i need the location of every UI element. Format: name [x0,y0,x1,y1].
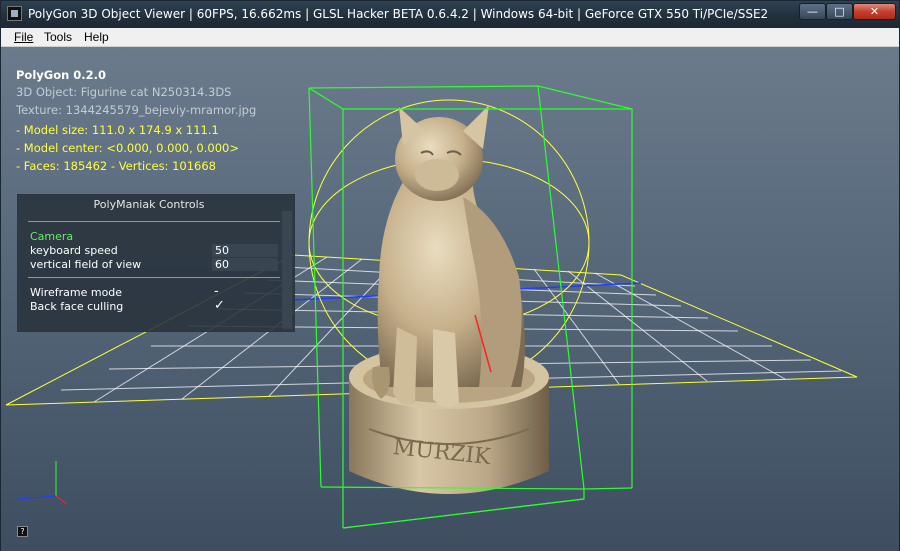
backface-label: Back face culling [30,300,124,313]
menu-help-label: Help [84,30,109,44]
object-name: 3D Object: Figurine cat N250314.3DS [16,85,232,99]
wireframe-toggle[interactable]: - [214,284,219,299]
model-center: - Model center: <0.000, 0.000, 0.000> [16,141,239,155]
panel-divider [28,221,280,222]
app-window: PolyGon 3D Object Viewer | 60FPS, 16.662… [0,0,900,551]
backface-checkbox[interactable]: ✓ [214,298,225,313]
maximize-button[interactable]: □ [826,3,853,20]
window-title: PolyGon 3D Object Viewer | 60FPS, 16.662… [28,7,769,21]
camera-section-label: Camera [30,230,74,243]
close-button[interactable]: ✕ [853,3,896,20]
panel-scrollbar[interactable] [282,211,292,329]
fov-label: vertical field of view [30,258,142,271]
fov-field[interactable]: 60 [212,258,278,271]
keyboard-speed-field[interactable]: 50 [212,244,278,257]
axis-gizmo-icon [16,461,68,505]
menu-file[interactable]: File [14,30,33,44]
texture-name: Texture: 1344245579_bejeviy-mramor.jpg [16,103,257,117]
3d-viewport[interactable]: MURZIK PolyGon 0.2.0 3D Object: Figurine… [1,47,899,551]
menu-bar: File Tools Help [1,28,899,47]
model-size: - Model size: 111.0 x 174.9 x 111.1 [16,123,219,137]
app-version: PolyGon 0.2.0 [16,68,107,82]
title-bar[interactable]: PolyGon 3D Object Viewer | 60FPS, 16.662… [1,1,899,28]
wireframe-label: Wireframe mode [30,286,123,299]
menu-help[interactable]: Help [84,30,109,44]
controls-panel: PolyManiak Controls Camera keyboard spee… [17,194,295,332]
keyboard-speed-label: keyboard speed [30,244,118,257]
menu-file-label: File [14,30,34,44]
panel-divider [28,277,280,278]
menu-tools[interactable]: Tools [44,30,72,44]
minimize-button[interactable]: — [799,3,826,20]
app-icon [7,6,22,21]
controls-title[interactable]: PolyManiak Controls [18,198,280,211]
faces-vertices: - Faces: 185462 - Vertices: 101668 [16,159,216,173]
menu-tools-label: Tools [44,30,73,44]
cat-figurine [372,105,525,408]
help-icon[interactable]: ? [17,526,28,537]
